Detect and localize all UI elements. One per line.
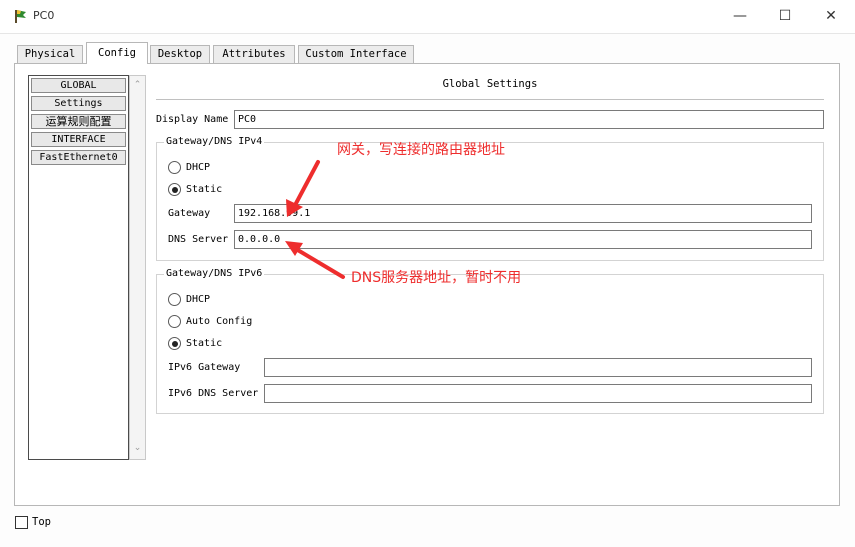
top-checkbox-label: Top [32, 516, 51, 528]
gateway-annotation-arrow [291, 160, 320, 211]
dns-annotation: DNS服务器地址，暂时不用 [351, 270, 522, 286]
gateway-arrowhead-icon [286, 199, 303, 217]
tab-config[interactable]: Config [86, 42, 148, 64]
dns-annotation-arrow [294, 247, 345, 279]
gateway-annotation: 网关，写连接的路由器地址 [337, 142, 505, 158]
top-checkbox[interactable] [15, 516, 28, 529]
